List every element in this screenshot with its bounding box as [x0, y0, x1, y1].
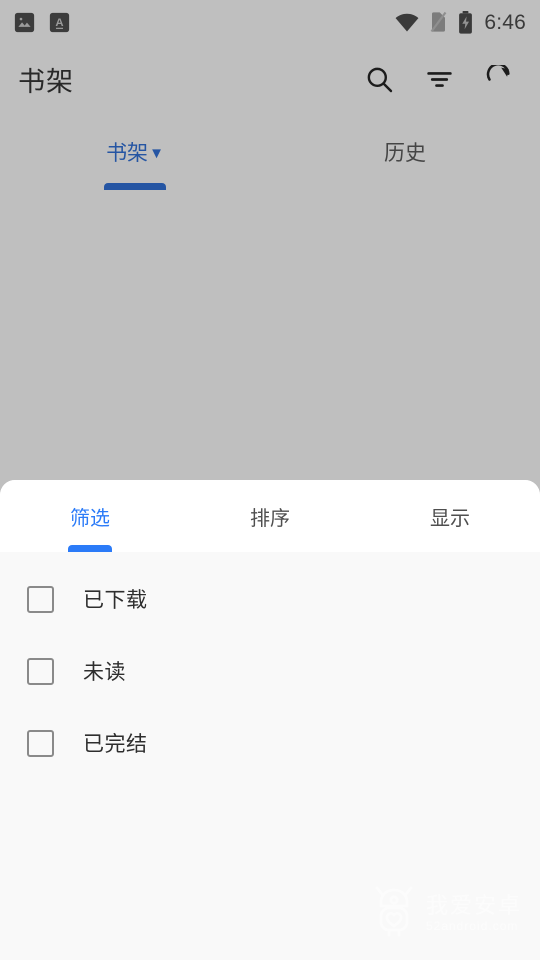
sheet-tab-indicator — [68, 545, 112, 552]
sheet-tab-display-label: 显示 — [430, 507, 470, 530]
filter-row-completed[interactable]: 已完结 — [0, 707, 540, 779]
sheet-tab-sort[interactable]: 排序 — [180, 480, 360, 552]
filter-row-unread[interactable]: 未读 — [0, 635, 540, 707]
filter-label-downloaded: 已下载 — [83, 589, 148, 612]
sheet-tab-sort-label: 排序 — [250, 507, 290, 530]
sheet-tab-filter-label: 筛选 — [70, 507, 110, 530]
sheet-tab-filter[interactable]: 筛选 — [0, 480, 180, 552]
filter-option-list: 已下载 未读 已完结 — [0, 552, 540, 960]
filter-bottom-sheet: 筛选 排序 显示 已下载 未读 已完结 — [0, 480, 540, 960]
checkbox-downloaded[interactable] — [27, 585, 54, 613]
filter-label-completed: 已完结 — [83, 733, 148, 756]
sheet-tab-display[interactable]: 显示 — [360, 480, 540, 552]
filter-row-downloaded[interactable]: 已下载 — [0, 563, 540, 635]
checkbox-completed[interactable] — [27, 729, 54, 757]
filter-label-unread: 未读 — [83, 661, 126, 684]
sheet-tab-bar: 筛选 排序 显示 — [0, 480, 540, 552]
checkbox-unread[interactable] — [27, 657, 54, 685]
